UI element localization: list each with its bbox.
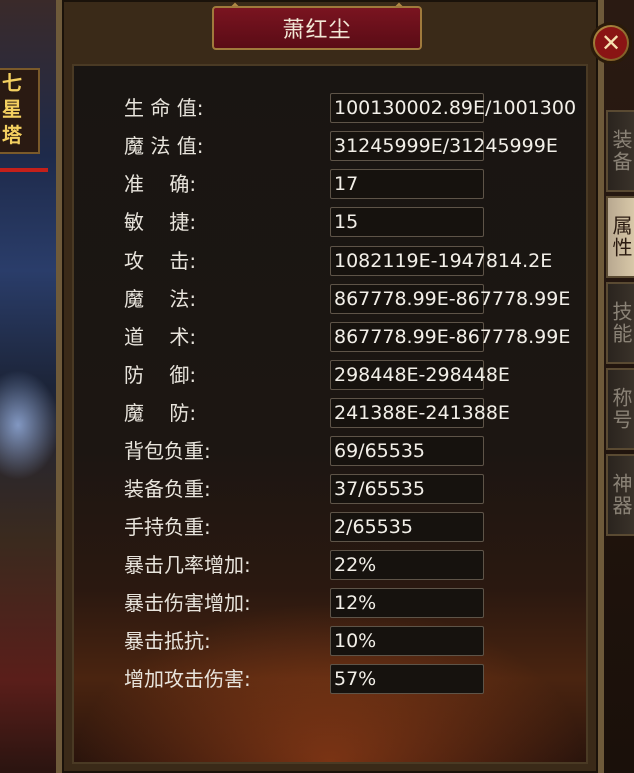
sign-char-3: 塔 [2, 123, 22, 147]
tab-label: 技能 [609, 301, 633, 345]
stat-value-accuracy: 17 [334, 173, 359, 195]
stat-label-agility: 敏 捷: [124, 210, 197, 234]
stat-label-crit-resist: 暴击抵抗: [124, 629, 211, 653]
stat-label-accuracy: 准 确: [124, 172, 197, 196]
stat-label-magic: 魔 法: [124, 287, 197, 311]
stat-label-mp: 魔 法 值: [124, 134, 204, 158]
stat-value-hand-weight: 2/65535 [334, 516, 413, 538]
stat-label-crit-damage: 暴击伤害增加: [124, 591, 251, 615]
tower-sign: 七 星 塔 [0, 68, 40, 154]
title-bar: 萧红尘 [212, 6, 422, 50]
character-name: 萧红尘 [282, 18, 352, 43]
stat-label-defense: 防 御: [124, 363, 197, 387]
stat-label-hand-weight: 手持负重: [124, 515, 211, 539]
stat-label-crit-rate: 暴击几率增加: [124, 553, 251, 577]
tab-attributes[interactable]: 属性 [606, 196, 634, 278]
sign-char-2: 星 [2, 97, 22, 121]
stat-value-magic-defense: 241388E-241388E [334, 402, 510, 424]
stat-value-attack-damage-bonus: 57% [334, 668, 377, 690]
stat-label-attack-damage-bonus: 增加攻击伤害: [124, 667, 251, 691]
stat-value-mp: 31245999E/31245999E [334, 135, 558, 157]
stat-label-hp: 生 命 值: [124, 96, 204, 120]
close-icon: ✕ [595, 27, 627, 59]
stat-label-magic-defense: 魔 防: [124, 401, 197, 425]
stat-label-taoism: 道 术: [124, 325, 197, 349]
sign-char-1: 七 [2, 71, 22, 95]
stat-value-defense: 298448E-298448E [334, 364, 510, 386]
tab-equipment[interactable]: 装备 [606, 110, 634, 192]
health-bar-fragment [0, 168, 48, 172]
stat-value-bag-weight: 69/65535 [334, 440, 426, 462]
stat-label-bag-weight: 背包负重: [124, 439, 211, 463]
tab-skills[interactable]: 技能 [606, 282, 634, 364]
stat-value-crit-damage: 12% [334, 592, 377, 614]
close-button[interactable]: ✕ [590, 22, 632, 64]
stat-value-hp: 100130002.89E/100130002.89E [334, 97, 576, 119]
stat-value-magic: 867778.99E-867778.99E [334, 288, 571, 310]
stat-value-crit-rate: 22% [334, 554, 377, 576]
tab-artifacts[interactable]: 神器 [606, 454, 634, 536]
stat-value-attack: 1082119E-1947814.2E [334, 250, 553, 272]
tab-label: 装备 [609, 129, 633, 173]
tab-label: 属性 [609, 215, 633, 259]
tab-label: 称号 [609, 387, 633, 431]
stat-label-attack: 攻 击: [124, 249, 197, 273]
stat-value-taoism: 867778.99E-867778.99E [334, 326, 571, 348]
stat-value-agility: 15 [334, 211, 359, 233]
spell-glow [0, 370, 60, 480]
stat-label-equip-weight: 装备负重: [124, 477, 211, 501]
tab-label: 神器 [609, 473, 633, 517]
stat-value-crit-resist: 10% [334, 630, 377, 652]
tab-titles[interactable]: 称号 [606, 368, 634, 450]
stat-value-equip-weight: 37/65535 [334, 478, 426, 500]
